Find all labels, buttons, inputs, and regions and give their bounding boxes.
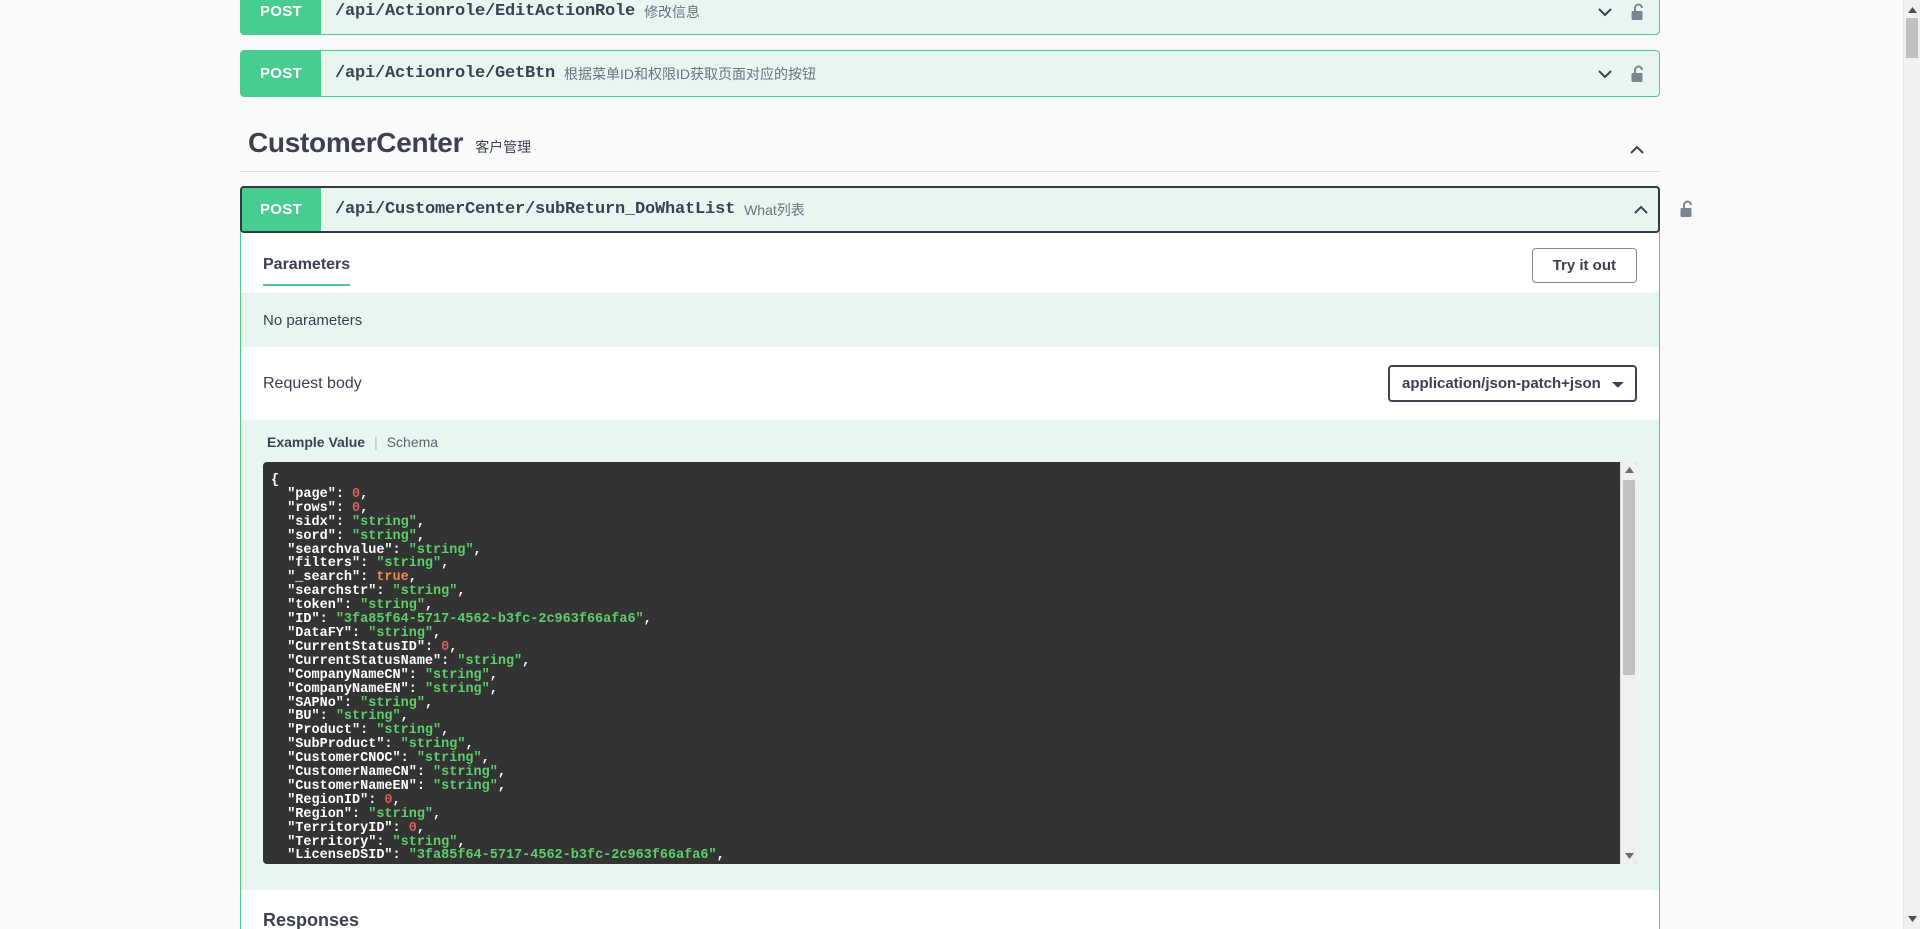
- tag-description: 客户管理: [475, 139, 532, 155]
- unlocked-padlock-icon[interactable]: [1672, 194, 1702, 224]
- code-scrollbar[interactable]: [1620, 462, 1637, 864]
- tab-divider: |: [374, 434, 378, 450]
- http-method-badge: POST: [241, 0, 321, 34]
- page-scroll-up-arrow-icon[interactable]: [1904, 2, 1920, 18]
- page-scrollbar-thumb[interactable]: [1906, 18, 1918, 58]
- swagger-ui-page: POST /api/Actionrole/EditActionRole 修改信息…: [0, 0, 1920, 929]
- tag-section-customercenter: CustomerCenter 客户管理 POST /api/CustomerCe…: [240, 127, 1692, 929]
- content-wrapper: POST /api/Actionrole/EditActionRole 修改信息…: [240, 0, 1692, 929]
- unlocked-padlock-icon[interactable]: [1623, 51, 1653, 96]
- operation-path: /api/Actionrole/EditActionRole: [335, 2, 636, 21]
- try-it-out-button[interactable]: Try it out: [1531, 248, 1637, 283]
- parameters-header: Parameters Try it out: [241, 232, 1659, 294]
- operation-description: What列表: [744, 201, 805, 218]
- page-scroll-down-arrow-icon[interactable]: [1904, 911, 1920, 927]
- operation-row-get-btn[interactable]: POST /api/Actionrole/GetBtn 根据菜单ID和权限ID获…: [240, 50, 1660, 97]
- responses-title: Responses: [263, 910, 360, 929]
- chevron-up-icon[interactable]: [1627, 196, 1655, 224]
- chevron-down-icon[interactable]: [1591, 60, 1619, 88]
- tag-header[interactable]: CustomerCenter 客户管理: [240, 127, 1660, 172]
- example-tabs: Example Value | Schema: [263, 420, 1637, 462]
- http-method-badge: POST: [241, 187, 321, 232]
- example-value-code-block[interactable]: { "page": 0, "rows": 0, "sidx": "string"…: [263, 462, 1637, 864]
- responses-section: Responses: [241, 890, 1659, 929]
- request-body-row: Request body application/json-patch+json…: [241, 347, 1659, 420]
- http-method-badge: POST: [241, 51, 321, 96]
- operation-description: 修改信息: [644, 3, 701, 20]
- operation-path: /api/Actionrole/GetBtn: [335, 64, 556, 83]
- operation-body: Parameters Try it out No parameters Requ…: [240, 232, 1660, 929]
- operation-path: /api/CustomerCenter/subReturn_DoWhatList: [335, 200, 736, 219]
- operation-description: 根据菜单ID和权限ID获取页面对应的按钮: [564, 65, 817, 82]
- operation-row-edit-action-role[interactable]: POST /api/Actionrole/EditActionRole 修改信息: [240, 0, 1660, 35]
- scroll-up-arrow-icon[interactable]: [1621, 462, 1637, 478]
- tag-name: CustomerCenter: [248, 127, 464, 158]
- no-parameters-text: No parameters: [241, 294, 1659, 347]
- code-scroll-area[interactable]: { "page": 0, "rows": 0, "sidx": "string"…: [263, 462, 1620, 864]
- operation-row-subreturn-dowhatlist: POST /api/CustomerCenter/subReturn_DoWha…: [240, 186, 1660, 233]
- content-type-select[interactable]: application/json-patch+jsonapplication/j…: [1388, 365, 1637, 402]
- page-scrollbar[interactable]: [1903, 0, 1920, 929]
- example-value-area: Example Value | Schema { "page": 0, "row…: [241, 420, 1659, 890]
- chevron-down-icon[interactable]: [1591, 0, 1619, 26]
- operation-summary[interactable]: POST /api/CustomerCenter/subReturn_DoWha…: [240, 186, 1660, 233]
- request-body-label: Request body: [263, 374, 362, 392]
- chevron-up-icon[interactable]: [1624, 137, 1650, 163]
- expanded-operation-container: POST /api/CustomerCenter/subReturn_DoWha…: [240, 186, 1692, 929]
- scroll-down-arrow-icon[interactable]: [1621, 848, 1637, 864]
- operation-inner: Parameters Try it out No parameters Requ…: [241, 232, 1659, 929]
- tab-schema[interactable]: Schema: [387, 434, 438, 450]
- code-scrollbar-thumb[interactable]: [1623, 480, 1635, 675]
- tab-parameters[interactable]: Parameters: [263, 256, 351, 286]
- unlocked-padlock-icon[interactable]: [1623, 0, 1653, 34]
- example-json-code: { "page": 0, "rows": 0, "sidx": "string"…: [271, 473, 725, 864]
- tab-example-value[interactable]: Example Value: [267, 434, 365, 450]
